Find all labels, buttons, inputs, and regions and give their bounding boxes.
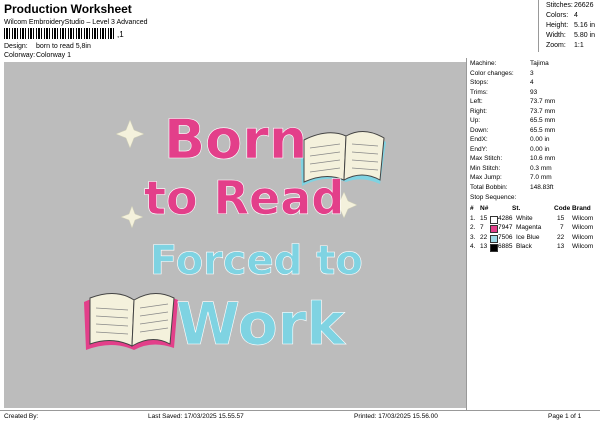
info-row: Trims: 93 — [470, 88, 538, 96]
created-by: Created By: — [4, 413, 39, 420]
info-row: Up: 65.5 mm — [470, 117, 556, 124]
summary-height: Height: 5.16 in — [546, 22, 596, 29]
stop-sequence-title: Stop Sequence: — [470, 194, 517, 201]
info-row: Max Jump: 7.0 mm — [470, 174, 552, 181]
info-row: EndY: 0.00 in — [470, 145, 550, 153]
stop-sequence-header: # N# St. Code Brand — [470, 204, 591, 212]
stop-sequence-row: 3. 22 7506 Ice Blue 22 Wilcom — [470, 233, 594, 243]
summary-box: Stitches: 26626 Colors: 4 Height: 5.16 in W… — [540, 2, 598, 52]
color-swatch — [490, 234, 498, 243]
summary-stitches: Stitches: 26626 — [546, 2, 594, 9]
page-number: Page 1 of 1 — [548, 413, 582, 420]
info-row: Down: 65.5 mm — [470, 126, 556, 134]
colorway-value: Colorway 1 — [36, 52, 72, 59]
colorway-row: Colorway: Colorway 1 — [0, 52, 300, 61]
artwork-line-to-read: to Read — [144, 171, 344, 225]
sparkle-icon — [120, 205, 144, 229]
summary-divider — [538, 0, 539, 52]
summary-zoom: Zoom: 1:1 — [546, 42, 584, 49]
info-row: Right: 73.7 mm — [470, 107, 556, 115]
barcode-mark: ,1 — [117, 30, 124, 39]
panel-divider — [466, 58, 467, 410]
artwork-line-work: Work — [176, 290, 346, 358]
color-swatch — [490, 244, 498, 252]
worksheet-title: Production Worksheet — [4, 2, 132, 16]
info-row: Min Stitch: 0.3 mm — [470, 164, 552, 172]
software-subtitle: Wilcom EmbroideryStudio – Level 3 Advanc… — [4, 19, 148, 26]
stop-sequence-row: 2. 7 7947 Magenta 7 Wilcom — [470, 224, 594, 233]
info-row: Total Bobbin: 148.83ft — [470, 183, 554, 191]
machine-info-panel: Machine: Tajima Color changes: 3 Stops: 4 T… — [468, 60, 598, 253]
design-label: Design: — [4, 43, 28, 50]
color-swatch — [490, 225, 498, 233]
embroidery-artwork: Born to Read Forced to Work — [84, 108, 386, 358]
footer: Created By: Last Saved: 17/03/2025 15.55… — [4, 412, 598, 422]
stop-sequence-row: 4. 13 6885 Black 13 Wilcom — [470, 243, 594, 252]
color-swatch — [490, 215, 498, 224]
sparkle-icon — [115, 119, 145, 149]
colorway-label: Colorway: — [4, 52, 36, 59]
info-row: EndX: 0.00 in — [470, 136, 550, 143]
info-row: Max Stitch: 10.6 mm — [470, 155, 556, 162]
summary-colors: Colors: 4 — [546, 12, 578, 19]
printed-date: Printed: 17/03/2025 15.56.00 — [354, 413, 438, 420]
info-row: Machine: Tajima — [470, 60, 549, 67]
summary-width: Width: 5.80 in — [546, 32, 596, 39]
artwork-line-born: Born — [164, 108, 307, 171]
stop-sequence-row: 1. 15 4286 White 15 Wilcom — [470, 214, 594, 224]
design-preview: Born to Read Forced to Work — [4, 62, 466, 408]
design-row: Design: born to read 5,8in — [0, 43, 300, 52]
artwork-line-forced-to: Forced to — [150, 238, 363, 284]
info-row: Color changes: 3 — [470, 69, 534, 77]
design-value: born to read 5,8in — [36, 43, 91, 50]
last-saved: Last Saved: 17/03/2025 15.55.57 — [148, 413, 244, 420]
barcode — [4, 28, 116, 39]
info-row: Stops: 4 — [470, 79, 534, 86]
info-row: Left: 73.7 mm — [470, 98, 556, 105]
open-book-icon — [84, 293, 178, 350]
footer-divider — [0, 410, 600, 411]
